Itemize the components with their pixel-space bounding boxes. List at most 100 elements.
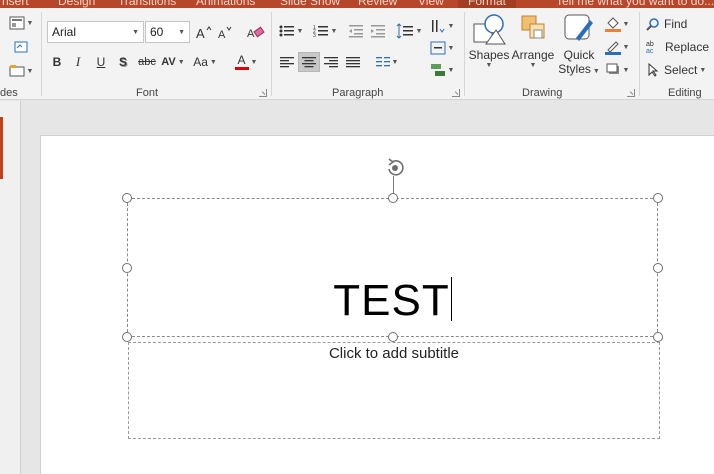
reset-button[interactable] bbox=[6, 37, 36, 57]
layout-button[interactable]: ▼ bbox=[6, 13, 36, 33]
paragraph-dialog-launcher-icon[interactable] bbox=[452, 89, 460, 97]
chevron-down-icon: ▼ bbox=[132, 29, 139, 36]
select-label: Select bbox=[664, 63, 698, 77]
convert-to-smartart-button[interactable]: ▼ bbox=[427, 61, 457, 79]
character-spacing-button[interactable]: AV ▼ bbox=[160, 52, 186, 72]
drawing-dialog-launcher-icon[interactable] bbox=[627, 89, 635, 97]
shrink-font-button[interactable]: A bbox=[215, 22, 235, 42]
drawing-group-label: Drawing bbox=[522, 87, 563, 99]
character-spacing-label: AV bbox=[161, 56, 176, 68]
resize-handle-top[interactable] bbox=[388, 193, 398, 203]
line-spacing-icon bbox=[396, 23, 413, 39]
quick-styles-icon bbox=[564, 14, 593, 41]
numbered-list-icon: 123 bbox=[313, 25, 328, 38]
font-face-combo[interactable]: Arial ▼ bbox=[47, 21, 144, 43]
resize-handle-bottom-right[interactable] bbox=[653, 332, 663, 342]
tab-insert[interactable]: nsert bbox=[2, 0, 29, 8]
section-button[interactable]: ▼ bbox=[6, 61, 36, 81]
powerpoint-window: nsert Design Transitions Animations Slid… bbox=[0, 0, 714, 474]
increase-indent-icon bbox=[371, 25, 385, 38]
reset-icon bbox=[14, 41, 28, 53]
line-spacing-button[interactable]: ▼ bbox=[394, 21, 424, 41]
rotate-handle-icon[interactable] bbox=[383, 155, 407, 179]
align-left-icon bbox=[280, 57, 294, 68]
bold-button[interactable]: B bbox=[48, 52, 66, 72]
font-size-combo[interactable]: 60 ▼ bbox=[145, 21, 190, 43]
select-button[interactable]: Select ▼ bbox=[646, 60, 714, 80]
justify-button[interactable] bbox=[342, 52, 364, 72]
pen-icon bbox=[604, 41, 621, 55]
replace-button[interactable]: ab ac Replace bbox=[646, 37, 714, 57]
chevron-down-icon: ▼ bbox=[209, 58, 217, 66]
font-color-button[interactable]: A ▼ bbox=[231, 52, 261, 72]
replace-icon: abac bbox=[646, 41, 654, 54]
search-icon bbox=[646, 18, 659, 31]
tab-design[interactable]: Design bbox=[58, 0, 95, 8]
resize-handle-right[interactable] bbox=[653, 263, 663, 273]
chevron-down-icon: ▼ bbox=[622, 20, 630, 28]
underline-button[interactable]: U bbox=[92, 52, 110, 72]
justify-icon bbox=[346, 57, 360, 68]
text-shadow-button[interactable]: S bbox=[114, 52, 132, 72]
slides-group-label: des bbox=[0, 87, 18, 99]
bullets-button[interactable]: ▼ bbox=[276, 21, 306, 41]
arrange-button[interactable]: Arrange ▼ bbox=[511, 12, 555, 86]
chevron-down-icon: ▼ bbox=[447, 44, 455, 52]
strikethrough-button[interactable]: abc bbox=[135, 52, 159, 72]
numbering-button[interactable]: 1 2 3 ▼ bbox=[310, 21, 340, 41]
tab-animations[interactable]: Animations bbox=[196, 0, 255, 8]
slide-thumbnail-pane[interactable] bbox=[0, 101, 21, 474]
tab-slide-show[interactable]: Slide Show bbox=[280, 0, 340, 8]
align-text-button[interactable]: ▼ bbox=[427, 39, 457, 57]
tab-review[interactable]: Review bbox=[358, 0, 397, 8]
change-case-button[interactable]: Aa ▼ bbox=[191, 52, 219, 72]
align-left-button[interactable] bbox=[276, 52, 298, 72]
find-label: Find bbox=[664, 17, 688, 31]
grow-font-button[interactable]: A bbox=[194, 22, 214, 42]
bullet-list-icon bbox=[279, 25, 294, 37]
paint-bucket-icon bbox=[604, 17, 621, 32]
subtitle-text[interactable]: Click to add subtitle bbox=[128, 345, 660, 362]
shape-fill-button[interactable]: ▼ bbox=[601, 14, 633, 34]
italic-button[interactable]: I bbox=[69, 52, 87, 72]
selected-slide-marker[interactable] bbox=[0, 117, 3, 179]
slide-title-text[interactable]: TEST bbox=[333, 276, 449, 325]
shapes-label: Shapes bbox=[468, 48, 510, 62]
columns-button[interactable]: ▼ bbox=[372, 52, 402, 72]
grow-font-icon: A bbox=[196, 26, 212, 40]
arrange-label: Arrange bbox=[511, 48, 555, 62]
resize-handle-top-left[interactable] bbox=[122, 193, 132, 203]
align-center-icon bbox=[302, 57, 316, 68]
slide-title[interactable]: TEST bbox=[127, 276, 658, 326]
resize-handle-bottom[interactable] bbox=[388, 332, 398, 342]
resize-handle-left[interactable] bbox=[122, 263, 132, 273]
shapes-button[interactable]: Shapes ▼ bbox=[468, 12, 510, 86]
decrease-indent-button[interactable] bbox=[346, 21, 366, 41]
resize-handle-top-right[interactable] bbox=[653, 193, 663, 203]
chevron-down-icon: ▼ bbox=[447, 66, 455, 74]
tell-me-box[interactable]: Tell me what you want to do... bbox=[556, 0, 714, 8]
quick-styles-button[interactable]: Quick Styles ▼ bbox=[557, 12, 601, 90]
resize-handle-bottom-left[interactable] bbox=[122, 332, 132, 342]
align-center-button[interactable] bbox=[298, 52, 320, 72]
shape-effects-icon bbox=[606, 63, 619, 74]
layout-icon bbox=[9, 16, 25, 30]
increase-indent-button[interactable] bbox=[368, 21, 388, 41]
decrease-indent-icon bbox=[349, 25, 363, 38]
svg-text:A: A bbox=[196, 26, 205, 40]
shape-outline-button[interactable]: ▼ bbox=[601, 37, 633, 57]
align-right-button[interactable] bbox=[320, 52, 342, 72]
tab-format[interactable]: Format bbox=[458, 0, 517, 8]
font-size-value: 60 bbox=[150, 25, 164, 39]
shape-effects-button[interactable]: ▼ bbox=[601, 60, 633, 80]
find-button[interactable]: Find bbox=[646, 14, 710, 34]
chevron-down-icon: ▼ bbox=[296, 27, 304, 35]
font-dialog-launcher-icon[interactable] bbox=[259, 89, 267, 97]
text-direction-button[interactable]: ▼ bbox=[427, 17, 457, 35]
svg-text:A: A bbox=[247, 28, 255, 40]
clear-formatting-button[interactable]: A bbox=[245, 22, 267, 42]
tab-view[interactable]: View bbox=[418, 0, 444, 8]
chevron-down-icon: ▼ bbox=[622, 66, 630, 74]
tab-transitions[interactable]: Transitions bbox=[118, 0, 176, 8]
text-direction-icon bbox=[431, 20, 444, 33]
